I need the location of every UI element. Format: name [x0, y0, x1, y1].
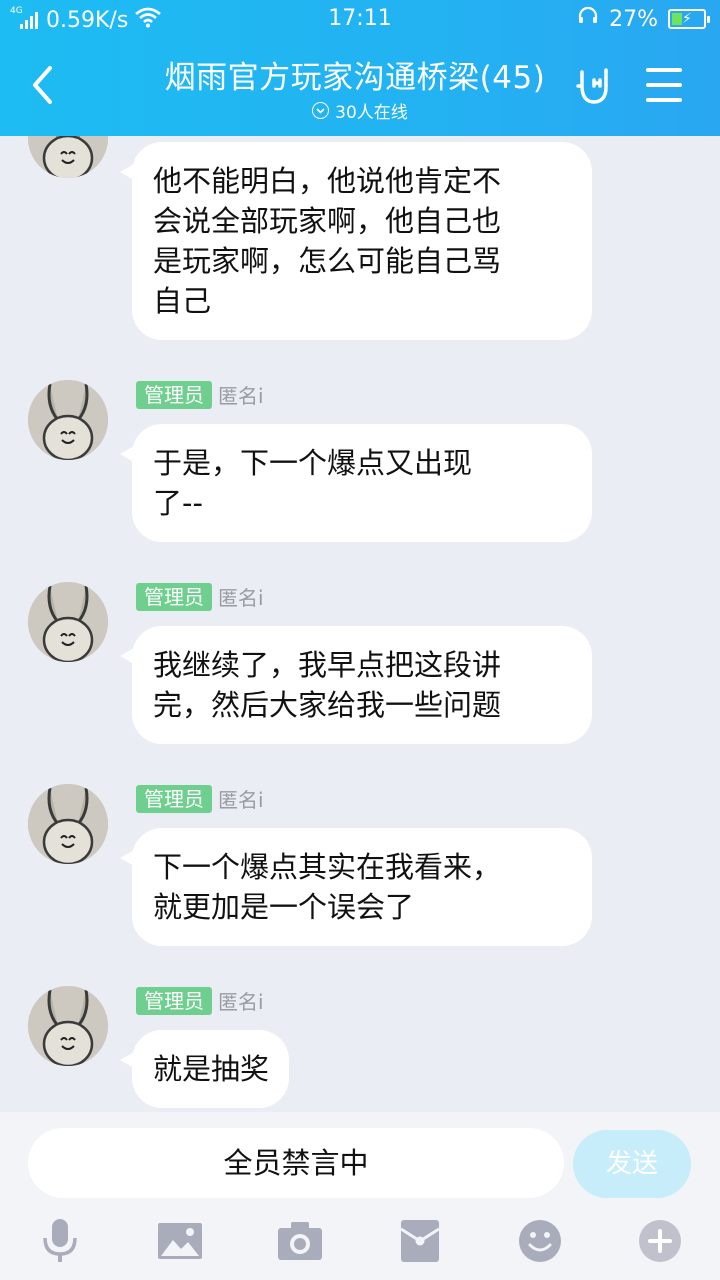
microphone-icon[interactable]: [35, 1216, 85, 1266]
message-input[interactable]: 全员禁言中: [28, 1128, 564, 1198]
input-bar: 全员禁言中 发送: [0, 1112, 720, 1280]
headset-icon: [577, 5, 599, 33]
role-tag: 管理员: [136, 784, 212, 813]
message-bubble[interactable]: 他不能明白，他说他肯定不 会说全部玩家啊，他自己也 是玩家啊，怎么可能自己骂 自…: [120, 142, 592, 340]
avatar[interactable]: [28, 986, 108, 1066]
role-tag: 管理员: [136, 986, 212, 1015]
menu-button[interactable]: [646, 68, 682, 102]
camera-icon[interactable]: [275, 1216, 325, 1266]
rock-hand-icon: [576, 68, 608, 104]
menu-line: [646, 68, 682, 72]
message-bubble[interactable]: 于是，下一个爆点又出现 了--: [120, 424, 592, 542]
online-count: 30人在线: [335, 103, 408, 123]
menu-line: [646, 83, 682, 87]
emoji-icon[interactable]: [515, 1216, 565, 1266]
red-packet-icon[interactable]: [395, 1216, 445, 1266]
role-tag: 管理员: [136, 380, 212, 409]
avatar[interactable]: [28, 380, 108, 460]
sender-name[interactable]: 匿名i: [218, 986, 264, 1015]
sender-meta: 管理员 匿名i: [136, 986, 264, 1015]
sender-meta: 管理员 匿名i: [136, 380, 264, 409]
send-button[interactable]: 发送: [573, 1130, 691, 1198]
image-icon[interactable]: [155, 1216, 205, 1266]
sender-meta: 管理员 匿名i: [136, 784, 264, 813]
toolbar: [0, 1216, 720, 1266]
sender-name[interactable]: 匿名i: [218, 784, 264, 813]
menu-line: [646, 98, 682, 102]
header: 4G 0.59K/s 17:11 27% ⚡ 烟雨官方玩家沟通桥梁(45) 30…: [0, 0, 720, 136]
avatar[interactable]: [28, 582, 108, 662]
chat-area[interactable]: 他不能明白，他说他肯定不 会说全部玩家啊，他自己也 是玩家啊，怎么可能自己骂 自…: [0, 136, 720, 1112]
online-check-icon: [312, 102, 330, 119]
avatar[interactable]: [28, 784, 108, 864]
plus-icon[interactable]: [635, 1216, 685, 1266]
sender-meta: 管理员 匿名i: [136, 582, 264, 611]
sender-name[interactable]: 匿名i: [218, 380, 264, 409]
message-bubble[interactable]: 就是抽奖: [119, 1030, 290, 1108]
battery-icon: ⚡: [668, 9, 710, 29]
status-bar: 4G 0.59K/s 17:11 27% ⚡: [0, 0, 720, 38]
avatar[interactable]: [28, 136, 108, 178]
message-bubble[interactable]: 我继续了，我早点把这段讲 完，然后大家给我一些问题: [120, 626, 592, 744]
message-bubble[interactable]: 下一个爆点其实在我看来， 就更加是一个误会了: [120, 828, 592, 946]
hand-gesture-button[interactable]: [572, 64, 616, 108]
battery-percent: 27%: [609, 6, 658, 32]
role-tag: 管理员: [136, 582, 212, 611]
sender-name[interactable]: 匿名i: [218, 582, 264, 611]
